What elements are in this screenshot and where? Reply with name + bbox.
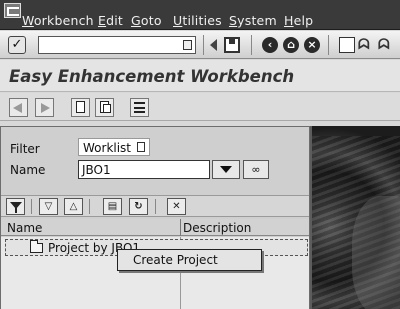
collapse-icon: △: [69, 201, 78, 212]
collapse-arrow-icon[interactable]: [210, 39, 217, 51]
tree-header: Name Description: [1, 219, 309, 236]
filter-label: Filter: [10, 142, 40, 156]
name-label: Name: [10, 163, 46, 177]
toolbar-separator: [155, 199, 156, 214]
enter-check-button[interactable]: ✓: [8, 36, 26, 54]
document-icon: [76, 101, 85, 113]
menu-workbench[interactable]: Workbench: [22, 13, 94, 28]
glasses-icon: ∞: [251, 163, 261, 176]
name-input[interactable]: JBO1: [78, 160, 210, 179]
title-bar: Easy Enhancement Workbench: [0, 60, 400, 92]
save-icon[interactable]: [224, 37, 240, 53]
stack-icon: [134, 102, 145, 113]
print-icon[interactable]: [339, 37, 355, 53]
menu-edit[interactable]: Edit: [98, 13, 123, 28]
details-button[interactable]: ▤: [103, 198, 122, 215]
menu-system[interactable]: System: [229, 13, 277, 28]
command-field[interactable]: [38, 36, 196, 54]
context-menu: Create Project: [117, 249, 262, 271]
collapse-all-button[interactable]: △: [64, 198, 83, 215]
menu-bar: Workbench Edit Goto Utilities System Hel…: [0, 0, 400, 30]
column-divider[interactable]: [180, 219, 181, 236]
tree-content: Project by JBO1: [1, 237, 309, 309]
tree-toolbar: ▽ △ ▤ ↻ ✕: [1, 195, 309, 217]
copy-button[interactable]: [95, 98, 114, 117]
toolbar-separator: [251, 35, 252, 55]
toolbar-separator: [203, 35, 204, 55]
other-object-button[interactable]: [130, 98, 149, 117]
list-icon: [137, 142, 145, 152]
arrow-left-icon: [13, 103, 22, 113]
find-next-icon[interactable]: ᗣ: [378, 37, 394, 53]
application-toolbar: [0, 93, 400, 121]
previous-object-button[interactable]: [9, 98, 28, 117]
exit-icon[interactable]: ⌂: [283, 37, 299, 53]
arrow-right-icon: [41, 103, 50, 113]
folder-icon: [30, 240, 43, 253]
details-icon: ▤: [107, 201, 118, 212]
expand-icon: ▽: [44, 201, 53, 212]
column-header-description[interactable]: Description: [183, 221, 251, 235]
close-icon: ✕: [172, 201, 181, 212]
page-title: Easy Enhancement Workbench: [9, 67, 295, 86]
filter-select[interactable]: Worklist: [78, 138, 150, 156]
refresh-icon: ↻: [134, 201, 143, 212]
filter-button[interactable]: [6, 198, 25, 215]
menu-help[interactable]: Help: [284, 13, 313, 28]
standard-toolbar: ✓ ‹ ⌂ × ᗣ ᗣ: [0, 31, 400, 59]
toolbar-separator: [31, 199, 32, 214]
system-menu-icon[interactable]: [4, 3, 21, 18]
expand-all-button[interactable]: ▽: [39, 198, 58, 215]
context-menu-create-project[interactable]: Create Project: [133, 253, 218, 267]
close-tree-button[interactable]: ✕: [167, 198, 186, 215]
name-dropdown-button[interactable]: [212, 160, 240, 179]
create-button[interactable]: [71, 98, 90, 117]
refresh-button[interactable]: ↻: [129, 198, 148, 215]
find-icon[interactable]: ᗣ: [358, 37, 374, 53]
column-header-name[interactable]: Name: [7, 221, 42, 235]
next-object-button[interactable]: [35, 98, 54, 117]
copy-icon: [103, 104, 111, 113]
navigation-panel: Filter Worklist Name JBO1 ∞ ▽ △ ▤ ↻ ✕ Na…: [0, 126, 310, 309]
menu-goto[interactable]: Goto: [131, 13, 162, 28]
cancel-icon[interactable]: ×: [304, 37, 320, 53]
back-icon[interactable]: ‹: [262, 37, 278, 53]
background-image: [312, 126, 400, 309]
filter-value: Worklist: [83, 141, 132, 155]
toolbar-separator: [89, 199, 90, 214]
toolbar-separator: [328, 35, 329, 55]
command-history-icon[interactable]: [183, 40, 192, 50]
display-glasses-button[interactable]: ∞: [243, 160, 269, 179]
funnel-icon: [10, 202, 22, 213]
menu-utilities[interactable]: Utilities: [173, 13, 222, 28]
name-input-value: JBO1: [82, 163, 111, 177]
